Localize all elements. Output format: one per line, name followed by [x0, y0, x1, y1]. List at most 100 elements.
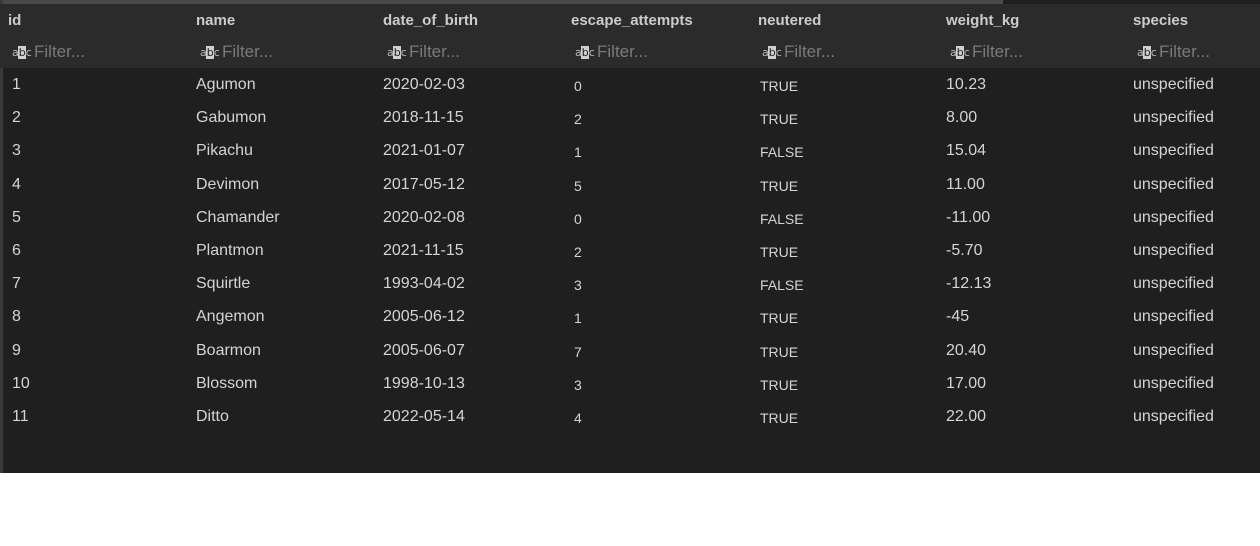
filter-input-neutered[interactable]: [784, 42, 904, 62]
cell-name[interactable]: Chamander: [196, 209, 280, 227]
table-row[interactable]: 3 Pikachu 2021-01-07 1 FALSE 15.04 unspecified: [0, 135, 1260, 168]
cell-date-of-birth[interactable]: 1998-10-13: [383, 375, 465, 393]
cell-escape-attempts[interactable]: 3: [574, 277, 582, 293]
column-header-id[interactable]: id: [8, 12, 21, 29]
cell-species[interactable]: unspecified: [1133, 142, 1214, 160]
table-row[interactable]: 8 Angemon 2005-06-12 1 TRUE -45 unspecified: [0, 301, 1260, 334]
cell-escape-attempts[interactable]: 0: [574, 211, 582, 227]
cell-id[interactable]: 5: [12, 209, 21, 227]
table-row[interactable]: 2 Gabumon 2018-11-15 2 TRUE 8.00 unspecified: [0, 102, 1260, 135]
cell-species[interactable]: unspecified: [1133, 275, 1214, 293]
cell-name[interactable]: Agumon: [196, 76, 256, 94]
cell-species[interactable]: unspecified: [1133, 176, 1214, 194]
cell-weight-kg[interactable]: -5.70: [946, 242, 982, 260]
cell-species[interactable]: unspecified: [1133, 408, 1214, 426]
column-header-neutered[interactable]: neutered: [758, 12, 821, 29]
cell-date-of-birth[interactable]: 2018-11-15: [383, 109, 464, 127]
cell-name[interactable]: Plantmon: [196, 242, 264, 260]
cell-id[interactable]: 9: [12, 342, 21, 360]
cell-weight-kg[interactable]: -45: [946, 308, 969, 326]
cell-escape-attempts[interactable]: 2: [574, 111, 582, 127]
cell-neutered[interactable]: TRUE: [760, 310, 798, 326]
filter-input-date-of-birth[interactable]: [409, 42, 529, 62]
cell-date-of-birth[interactable]: 1993-04-02: [383, 275, 465, 293]
cell-date-of-birth[interactable]: 2021-11-15: [383, 242, 464, 260]
cell-escape-attempts[interactable]: 3: [574, 377, 582, 393]
table-row[interactable]: 10 Blossom 1998-10-13 3 TRUE 17.00 unspecified: [0, 368, 1260, 401]
cell-name[interactable]: Ditto: [196, 408, 229, 426]
cell-escape-attempts[interactable]: 0: [574, 78, 582, 94]
cell-id[interactable]: 4: [12, 176, 21, 194]
cell-species[interactable]: unspecified: [1133, 342, 1214, 360]
cell-weight-kg[interactable]: 10.23: [946, 76, 986, 94]
cell-date-of-birth[interactable]: 2005-06-12: [383, 308, 465, 326]
filter-input-id[interactable]: [34, 42, 154, 62]
cell-name[interactable]: Boarmon: [196, 342, 261, 360]
cell-name[interactable]: Devimon: [196, 176, 259, 194]
cell-neutered[interactable]: TRUE: [760, 344, 798, 360]
cell-weight-kg[interactable]: 8.00: [946, 109, 977, 127]
cell-id[interactable]: 1: [12, 76, 21, 94]
cell-id[interactable]: 8: [12, 308, 21, 326]
table-row[interactable]: 7 Squirtle 1993-04-02 3 FALSE -12.13 unspecifi…: [0, 268, 1260, 301]
table-row[interactable]: 1 Agumon 2020-02-03 0 TRUE 10.23 unspecified: [0, 69, 1260, 102]
table-row[interactable]: 4 Devimon 2017-05-12 5 TRUE 11.00 unspecified: [0, 169, 1260, 202]
cell-name[interactable]: Pikachu: [196, 142, 253, 160]
column-header-escape-attempts[interactable]: escape_attempts: [571, 12, 693, 29]
cell-date-of-birth[interactable]: 2005-06-07: [383, 342, 465, 360]
cell-neutered[interactable]: FALSE: [760, 144, 804, 160]
cell-id[interactable]: 11: [12, 408, 29, 426]
cell-species[interactable]: unspecified: [1133, 375, 1214, 393]
column-header-weight-kg[interactable]: weight_kg: [946, 12, 1019, 29]
cell-escape-attempts[interactable]: 2: [574, 244, 582, 260]
table-row[interactable]: 6 Plantmon 2021-11-15 2 TRUE -5.70 unspecified: [0, 235, 1260, 268]
cell-date-of-birth[interactable]: 2017-05-12: [383, 176, 465, 194]
filter-input-weight-kg[interactable]: [972, 42, 1092, 62]
cell-name[interactable]: Blossom: [196, 375, 257, 393]
cell-weight-kg[interactable]: -12.13: [946, 275, 991, 293]
cell-neutered[interactable]: TRUE: [760, 78, 798, 94]
cell-weight-kg[interactable]: 11.00: [946, 176, 985, 194]
cell-neutered[interactable]: TRUE: [760, 410, 798, 426]
filter-input-escape-attempts[interactable]: [597, 42, 717, 62]
table-row[interactable]: 5 Chamander 2020-02-08 0 FALSE -11.00 unspecif…: [0, 202, 1260, 235]
cell-name[interactable]: Angemon: [196, 308, 265, 326]
column-header-species[interactable]: species: [1133, 12, 1188, 29]
cell-escape-attempts[interactable]: 7: [574, 344, 582, 360]
cell-neutered[interactable]: TRUE: [760, 377, 798, 393]
cell-id[interactable]: 6: [12, 242, 21, 260]
column-header-date-of-birth[interactable]: date_of_birth: [383, 12, 478, 29]
cell-date-of-birth[interactable]: 2021-01-07: [383, 142, 465, 160]
cell-species[interactable]: unspecified: [1133, 109, 1214, 127]
table-row[interactable]: 11 Ditto 2022-05-14 4 TRUE 22.00 unspecified: [0, 401, 1260, 434]
column-header-name[interactable]: name: [196, 12, 235, 29]
cell-weight-kg[interactable]: 17.00: [946, 375, 986, 393]
cell-date-of-birth[interactable]: 2022-05-14: [383, 408, 465, 426]
cell-neutered[interactable]: FALSE: [760, 277, 804, 293]
cell-date-of-birth[interactable]: 2020-02-08: [383, 209, 465, 227]
cell-species[interactable]: unspecified: [1133, 308, 1214, 326]
cell-neutered[interactable]: TRUE: [760, 111, 798, 127]
cell-species[interactable]: unspecified: [1133, 209, 1214, 227]
cell-escape-attempts[interactable]: 5: [574, 178, 582, 194]
cell-species[interactable]: unspecified: [1133, 76, 1214, 94]
cell-weight-kg[interactable]: -11.00: [946, 209, 990, 227]
cell-neutered[interactable]: TRUE: [760, 244, 798, 260]
cell-species[interactable]: unspecified: [1133, 242, 1214, 260]
cell-name[interactable]: Squirtle: [196, 275, 250, 293]
cell-neutered[interactable]: FALSE: [760, 211, 804, 227]
cell-escape-attempts[interactable]: 1: [574, 310, 582, 326]
cell-escape-attempts[interactable]: 1: [574, 144, 582, 160]
cell-escape-attempts[interactable]: 4: [574, 410, 582, 426]
cell-weight-kg[interactable]: 22.00: [946, 408, 986, 426]
cell-id[interactable]: 10: [12, 375, 30, 393]
cell-id[interactable]: 7: [12, 275, 21, 293]
cell-date-of-birth[interactable]: 2020-02-03: [383, 76, 465, 94]
cell-id[interactable]: 3: [12, 142, 21, 160]
cell-weight-kg[interactable]: 20.40: [946, 342, 986, 360]
cell-name[interactable]: Gabumon: [196, 109, 266, 127]
cell-id[interactable]: 2: [12, 109, 21, 127]
cell-weight-kg[interactable]: 15.04: [946, 142, 986, 160]
table-row[interactable]: 9 Boarmon 2005-06-07 7 TRUE 20.40 unspecified: [0, 335, 1260, 368]
filter-input-species[interactable]: [1159, 42, 1260, 62]
